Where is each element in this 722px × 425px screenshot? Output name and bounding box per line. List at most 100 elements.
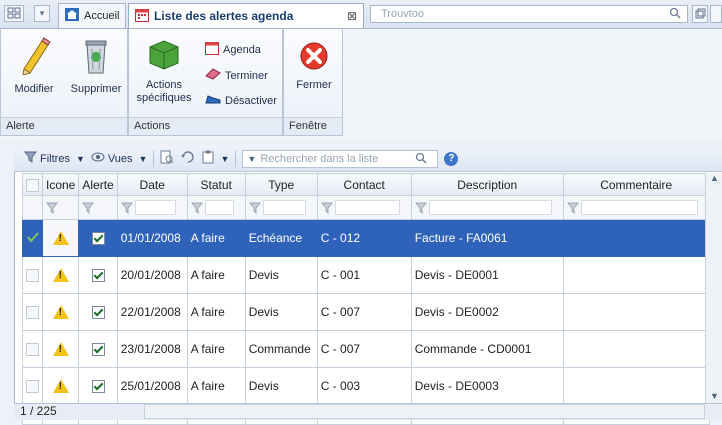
refresh-icon[interactable] [180,150,196,167]
alert-checkbox[interactable] [91,232,105,246]
clipboard-dropdown-icon[interactable]: ▼ [220,154,229,164]
column-header-icone[interactable]: Icone [41,173,80,196]
column-header-description[interactable]: Description [410,173,564,196]
cell-description: Facture - FA0061 [410,219,564,257]
filter-cell-empty [22,195,43,220]
pencil-icon [7,35,61,79]
row-checkbox[interactable] [26,343,39,357]
vues-dropdown-icon[interactable]: ▼ [139,154,148,164]
cell-date: 23/01/2008 [116,330,188,368]
cell-statut: A faire [186,293,246,331]
row-checkbox[interactable] [26,380,39,394]
tab-dropdown-icon[interactable]: ▾ [34,5,50,22]
filter-input-type[interactable] [262,200,306,216]
filter-cell-contact[interactable] [316,195,412,220]
filter-input-contact[interactable] [334,200,400,216]
agenda-button[interactable]: Agenda [205,41,261,58]
cell-statut: A faire [186,219,246,257]
alert-checkbox[interactable] [91,269,105,283]
close-tab-icon[interactable]: ⊠ [347,9,357,23]
alert-checkbox[interactable] [91,343,105,357]
fermer-button[interactable]: Fermer [286,41,342,92]
cell-contact: C - 003 [316,367,412,405]
list-search-icon[interactable] [415,152,427,167]
shoes-icon [205,93,221,108]
filter-funnel-icon [120,202,133,214]
row-alert-cell[interactable] [78,367,118,405]
tab-active-label: Liste des alertes agenda [154,9,294,23]
cell-statut: A faire [186,330,246,368]
filter-input-commentaire[interactable] [580,200,698,216]
print-preview-icon[interactable] [160,150,174,167]
scroll-up-icon[interactable]: ▲ [706,173,722,183]
cell-description: Devis - DE0002 [410,293,564,331]
filter-funnel-icon [566,202,579,214]
supprimer-button[interactable]: Supprimer [67,35,125,96]
horizontal-scrollbar[interactable] [144,404,705,419]
row-selector[interactable] [22,330,43,368]
cell-contact: C - 007 [316,293,412,331]
vertical-scrollbar[interactable]: ▲ ▼ [705,173,722,403]
filter-cell-icone[interactable] [41,195,80,220]
table-row[interactable]: 20/01/2008 A faire Devis C - 001 Devis -… [22,256,710,294]
filter-input-date[interactable] [134,200,176,216]
filter-cell-type[interactable] [244,195,318,220]
modifier-button[interactable]: Modifier [7,35,61,96]
fermer-label: Fermer [296,79,332,91]
filter-funnel-icon [248,202,261,214]
row-selector[interactable] [22,219,43,257]
column-header-statut[interactable]: Statut [186,173,246,196]
funnel-icon [23,151,38,166]
alert-checkbox[interactable] [91,380,105,394]
row-alert-cell[interactable] [78,330,118,368]
filtres-dropdown-icon[interactable]: ▼ [76,154,85,164]
window-restore-icon[interactable] [692,5,708,23]
desactiver-button[interactable]: Désactiver [205,93,277,108]
filter-cell-date[interactable] [116,195,188,220]
vues-button[interactable]: Vues [91,152,133,165]
global-search-input[interactable]: Trouvtoo [370,5,688,23]
row-checkbox[interactable] [26,269,39,283]
row-selector[interactable] [22,256,43,294]
row-selector[interactable] [22,367,43,405]
select-all-checkbox[interactable] [26,178,39,192]
grid-menu-icon[interactable] [4,5,24,22]
list-search-input[interactable]: ▼ Rechercher dans la liste [242,149,439,168]
tab-accueil[interactable]: Accueil [58,3,126,28]
column-header-contact[interactable]: Contact [316,173,412,196]
row-selector[interactable] [22,293,43,331]
row-alert-cell[interactable] [78,293,118,331]
column-header-date[interactable]: Date [116,173,188,196]
row-checkbox[interactable] [26,306,39,320]
row-alert-cell[interactable] [78,219,118,257]
terminer-button[interactable]: Terminer [205,68,268,83]
actions-specifiques-button[interactable]: Actions spécifiques [133,37,195,105]
search-icon[interactable] [669,7,681,22]
filter-input-description[interactable] [428,200,552,216]
ribbon-group-fenetre: Fermer Fenêtre [283,29,343,136]
filter-cell-alerte[interactable] [78,195,118,220]
window-close-icon[interactable] [710,5,722,23]
column-header-commentaire[interactable]: Commentaire [562,173,710,196]
row-alert-cell[interactable] [78,256,118,294]
help-icon[interactable]: ? [444,151,459,166]
alert-checkbox[interactable] [91,306,105,320]
filter-cell-statut[interactable] [186,195,246,220]
table-row[interactable]: 25/01/2008 A faire Devis C - 003 Devis -… [22,367,710,405]
column-header-alerte[interactable]: Alerte [78,173,118,196]
filter-cell-description[interactable] [410,195,564,220]
cell-contact: C - 012 [316,219,412,257]
filtres-button[interactable]: Filtres [23,151,70,166]
table-row[interactable]: 01/01/2008 A faire Echéance C - 012 Fact… [22,219,710,257]
select-all-header[interactable] [22,173,43,196]
filter-cell-commentaire[interactable] [562,195,710,220]
warning-icon [52,379,69,394]
filter-input-statut[interactable] [204,200,234,216]
search-scope-dropdown-icon[interactable]: ▼ [247,154,256,164]
table-row[interactable]: 22/01/2008 A faire Devis C - 007 Devis -… [22,293,710,331]
scroll-down-icon[interactable]: ▼ [706,391,722,401]
tab-liste-alertes-agenda[interactable]: Liste des alertes agenda ⊠ [128,3,364,28]
table-row[interactable]: 23/01/2008 A faire Commande C - 007 Comm… [22,330,710,368]
column-header-type[interactable]: Type [244,173,318,196]
clipboard-icon[interactable] [202,150,214,167]
